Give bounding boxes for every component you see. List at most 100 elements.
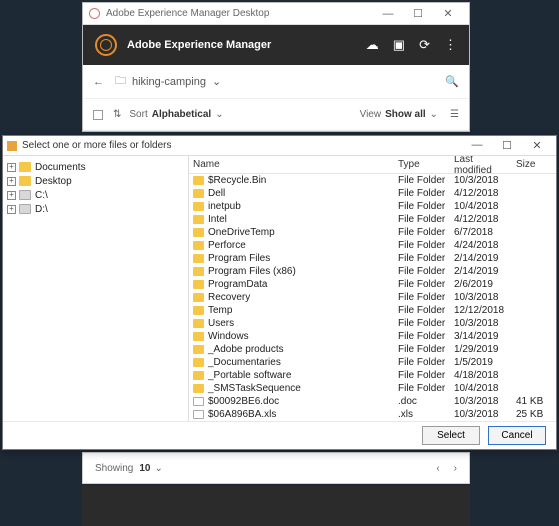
file-type: File Folder: [394, 175, 450, 186]
file-row[interactable]: RecoveryFile Folder10/3/2018: [189, 291, 556, 304]
upload-cloud-icon[interactable]: ☁: [366, 37, 379, 53]
select-all-checkbox[interactable]: [93, 110, 103, 120]
file-name: OneDriveTemp: [208, 227, 275, 238]
file-row[interactable]: PerforceFile Folder4/24/2018: [189, 239, 556, 252]
expand-icon[interactable]: +: [7, 177, 16, 186]
sort-direction-icon[interactable]: ⇅: [113, 109, 121, 120]
aem-window: Adobe Experience Manager Desktop — ☐ ✕ A…: [82, 2, 470, 132]
tree-node[interactable]: +Desktop: [5, 174, 186, 188]
aem-logo-icon: [89, 8, 100, 19]
file-row[interactable]: TempFile Folder12/12/2018: [189, 304, 556, 317]
file-name: inetpub: [208, 201, 241, 212]
file-modified: 10/3/2018: [450, 292, 512, 303]
list-view-icon[interactable]: ☰: [450, 109, 459, 120]
file-row[interactable]: _SMSTaskSequenceFile Folder10/4/2018: [189, 382, 556, 395]
aem-header-title: Adobe Experience Manager: [127, 39, 366, 51]
file-row[interactable]: UsersFile Folder10/3/2018: [189, 317, 556, 330]
file-type: File Folder: [394, 214, 450, 225]
column-modified[interactable]: Last modified: [450, 156, 512, 176]
folder-icon: [193, 241, 204, 250]
column-type[interactable]: Type: [394, 159, 450, 170]
expand-icon[interactable]: +: [7, 191, 16, 200]
tree-node[interactable]: +Documents: [5, 160, 186, 174]
list-rows[interactable]: $Recycle.BinFile Folder10/3/2018DellFile…: [189, 174, 556, 421]
sort-value[interactable]: Alphabetical: [152, 109, 211, 120]
folder-icon: [19, 176, 31, 186]
refresh-icon[interactable]: ⟳: [419, 37, 430, 53]
expand-icon[interactable]: +: [7, 163, 16, 172]
aem-toolbar: ⇅ Sort Alphabetical ⌄ View Show all ⌄ ☰: [83, 99, 469, 131]
folder-tree[interactable]: +Documents+Desktop+C:\+D:\: [3, 156, 189, 421]
close-button[interactable]: ✕: [433, 7, 463, 20]
chevron-down-icon[interactable]: ⌄: [430, 109, 438, 120]
file-modified: 10/4/2018: [450, 383, 512, 394]
dialog-buttons: Select Cancel: [3, 421, 556, 449]
file-modified: 10/4/2018: [450, 201, 512, 212]
folder-icon: [193, 280, 204, 289]
file-row[interactable]: inetpubFile Folder10/4/2018: [189, 200, 556, 213]
dialog-titlebar: Select one or more files or folders — ☐ …: [3, 136, 556, 156]
dialog-minimize-button[interactable]: —: [462, 139, 492, 152]
minimize-button[interactable]: —: [373, 8, 403, 20]
select-button[interactable]: Select: [422, 426, 480, 445]
chevron-down-icon[interactable]: ⌄: [215, 109, 223, 120]
file-type: File Folder: [394, 240, 450, 251]
file-name: _Portable software: [208, 370, 291, 381]
column-name[interactable]: Name: [189, 159, 394, 170]
expand-icon[interactable]: +: [7, 205, 16, 214]
tree-node[interactable]: +D:\: [5, 202, 186, 216]
file-modified: 2/14/2019: [450, 266, 512, 277]
file-name: Intel: [208, 214, 227, 225]
more-icon[interactable]: ⋮: [444, 37, 457, 53]
view-value[interactable]: Show all: [385, 109, 426, 120]
folder-icon: [193, 202, 204, 211]
file-modified: 4/12/2018: [450, 188, 512, 199]
file-name: Dell: [208, 188, 225, 199]
file-icon: [193, 397, 204, 406]
column-size[interactable]: Size: [512, 159, 556, 170]
folder-icon: [193, 371, 204, 380]
file-modified: 4/18/2018: [450, 370, 512, 381]
file-type: File Folder: [394, 253, 450, 264]
file-row[interactable]: WindowsFile Folder3/14/2019: [189, 330, 556, 343]
search-icon[interactable]: 🔍: [445, 75, 459, 88]
file-row[interactable]: $Recycle.BinFile Folder10/3/2018: [189, 174, 556, 187]
tree-node[interactable]: +C:\: [5, 188, 186, 202]
page-prev-button[interactable]: ‹: [436, 463, 439, 474]
file-modified: 2/6/2019: [450, 279, 512, 290]
aem-footer-dark: [82, 486, 470, 526]
sort-label: Sort: [129, 109, 147, 120]
create-folder-icon[interactable]: ▣: [393, 37, 405, 53]
file-row[interactable]: ProgramDataFile Folder2/6/2019: [189, 278, 556, 291]
file-modified: 1/5/2019: [450, 357, 512, 368]
file-type: File Folder: [394, 318, 450, 329]
file-name: _Adobe products: [208, 344, 284, 355]
file-name: Perforce: [208, 240, 246, 251]
maximize-button[interactable]: ☐: [403, 7, 433, 20]
file-row[interactable]: Program FilesFile Folder2/14/2019: [189, 252, 556, 265]
file-row[interactable]: Program Files (x86)File Folder2/14/2019: [189, 265, 556, 278]
file-type: File Folder: [394, 331, 450, 342]
file-modified: 3/14/2019: [450, 331, 512, 342]
dialog-close-button[interactable]: ✕: [522, 139, 552, 152]
chevron-down-icon[interactable]: ⌄: [154, 463, 162, 474]
file-row[interactable]: $06A896BA.xls.xls10/3/201825 KB: [189, 408, 556, 421]
breadcrumb[interactable]: hiking-camping: [132, 76, 206, 88]
file-row[interactable]: OneDriveTempFile Folder6/7/2018: [189, 226, 556, 239]
file-type: File Folder: [394, 370, 450, 381]
file-row[interactable]: DellFile Folder4/12/2018: [189, 187, 556, 200]
chevron-down-icon[interactable]: ⌄: [212, 75, 221, 88]
back-button[interactable]: ←: [93, 76, 109, 88]
file-row[interactable]: IntelFile Folder4/12/2018: [189, 213, 556, 226]
folder-icon: [193, 176, 204, 185]
file-row[interactable]: _Adobe productsFile Folder1/29/2019: [189, 343, 556, 356]
page-next-button[interactable]: ›: [454, 463, 457, 474]
dialog-maximize-button[interactable]: ☐: [492, 139, 522, 152]
file-modified: 10/3/2018: [450, 409, 512, 420]
showing-count[interactable]: 10: [139, 463, 150, 474]
file-row[interactable]: _Portable software File Folder4/18/2018: [189, 369, 556, 382]
file-row[interactable]: _DocumentariesFile Folder1/5/2019: [189, 356, 556, 369]
folder-icon: [193, 189, 204, 198]
cancel-button[interactable]: Cancel: [488, 426, 546, 445]
file-row[interactable]: $00092BE6.doc.doc10/3/201841 KB: [189, 395, 556, 408]
